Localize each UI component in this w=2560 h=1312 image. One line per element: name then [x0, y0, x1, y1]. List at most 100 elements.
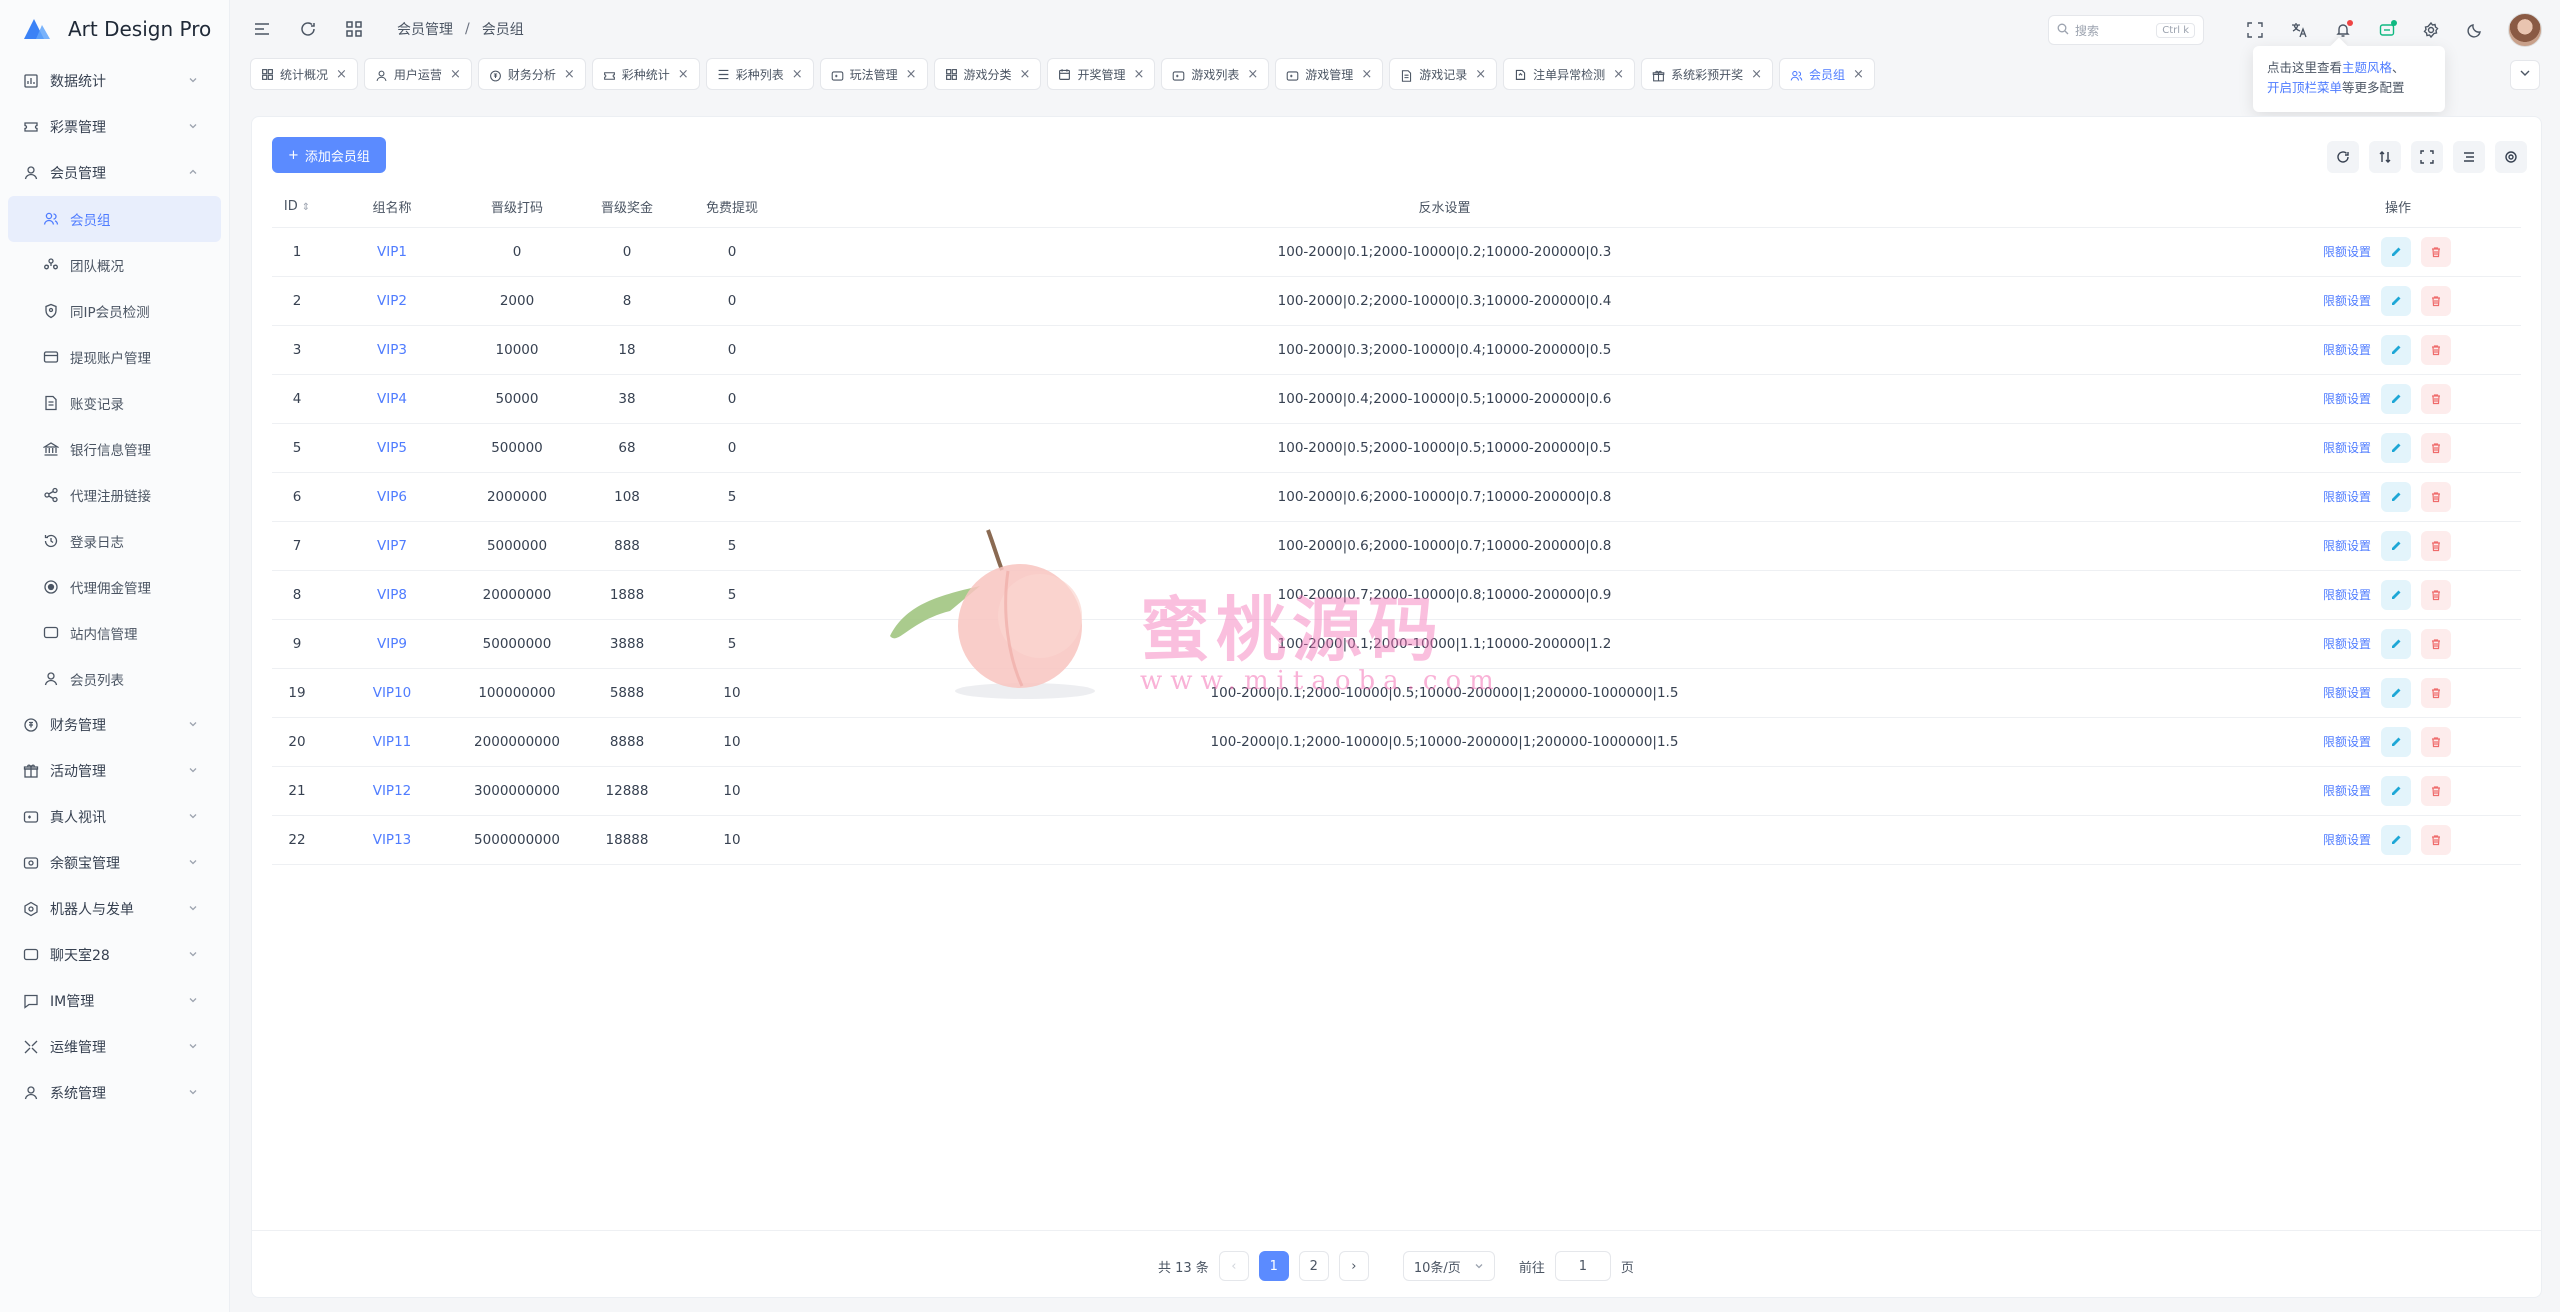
delete-button[interactable]: [2421, 824, 2451, 855]
cell-group-name[interactable]: VIP7: [322, 521, 462, 571]
fullscreen-icon[interactable]: [2411, 141, 2443, 173]
close-icon[interactable]: ×: [906, 67, 917, 82]
edit-button[interactable]: [2381, 334, 2411, 365]
cell-group-name[interactable]: VIP10: [322, 668, 462, 718]
edit-button[interactable]: [2381, 726, 2411, 757]
tab[interactable]: 系统彩预开奖 ×: [1641, 58, 1773, 90]
sidebar-subitem[interactable]: 会员列表: [0, 656, 229, 702]
apps-grid-icon[interactable]: [343, 18, 365, 40]
goto-page-input[interactable]: 1: [1554, 1251, 1611, 1281]
limit-settings-link[interactable]: 限额设置: [2323, 684, 2371, 701]
close-icon[interactable]: ×: [564, 67, 575, 82]
tab[interactable]: 统计概况 ×: [250, 58, 358, 90]
column-settings-icon[interactable]: [2453, 141, 2485, 173]
refresh-icon[interactable]: [297, 18, 319, 40]
tab[interactable]: 用户运营 ×: [363, 58, 472, 90]
sidebar-item[interactable]: 彩票管理: [0, 104, 229, 150]
sidebar-subitem[interactable]: 会员组: [8, 196, 221, 242]
edit-button[interactable]: [2381, 285, 2411, 316]
tab[interactable]: 游戏分类 ×: [933, 58, 1042, 90]
dark-mode-icon[interactable]: [2464, 19, 2486, 41]
delete-button[interactable]: [2421, 579, 2451, 610]
sidebar-subitem[interactable]: 代理注册链接: [0, 472, 229, 518]
sidebar-item[interactable]: 财务管理: [0, 702, 229, 748]
limit-settings-link[interactable]: 限额设置: [2323, 439, 2371, 456]
edit-button[interactable]: [2381, 677, 2411, 708]
limit-settings-link[interactable]: 限额设置: [2323, 586, 2371, 603]
sidebar-item[interactable]: 活动管理: [0, 748, 229, 794]
tooltip-link-topbar[interactable]: 开启顶栏菜单: [2267, 80, 2342, 95]
delete-button[interactable]: [2421, 677, 2451, 708]
limit-settings-link[interactable]: 限额设置: [2323, 733, 2371, 750]
sidebar-subitem[interactable]: 账变记录: [0, 380, 229, 426]
delete-button[interactable]: [2421, 775, 2451, 806]
sidebar-item[interactable]: 运维管理: [0, 1024, 229, 1070]
search-input[interactable]: 搜索 Ctrl k: [2048, 15, 2204, 45]
close-icon[interactable]: ×: [1853, 67, 1864, 82]
limit-settings-link[interactable]: 限额设置: [2323, 243, 2371, 260]
limit-settings-link[interactable]: 限额设置: [2323, 488, 2371, 505]
delete-button[interactable]: [2421, 530, 2451, 561]
column-header-id[interactable]: ID ⇕: [272, 187, 322, 228]
edit-button[interactable]: [2381, 383, 2411, 414]
sort-icon[interactable]: [2369, 141, 2401, 173]
cell-group-name[interactable]: VIP8: [322, 570, 462, 620]
delete-button[interactable]: [2421, 432, 2451, 463]
tab[interactable]: 彩种列表 ×: [705, 58, 814, 90]
page-button-2[interactable]: 2: [1298, 1251, 1329, 1281]
sidebar-item[interactable]: 数据统计: [0, 58, 229, 104]
sort-icon[interactable]: ⇕: [302, 202, 310, 213]
page-size-select[interactable]: 10条/页: [1402, 1251, 1495, 1281]
delete-button[interactable]: [2421, 726, 2451, 757]
delete-button[interactable]: [2421, 285, 2451, 316]
close-icon[interactable]: ×: [336, 67, 347, 82]
delete-button[interactable]: [2421, 334, 2451, 365]
sidebar-subitem[interactable]: 站内信管理: [0, 610, 229, 656]
close-icon[interactable]: ×: [1613, 67, 1624, 82]
limit-settings-link[interactable]: 限额设置: [2323, 537, 2371, 554]
limit-settings-link[interactable]: 限额设置: [2323, 341, 2371, 358]
edit-button[interactable]: [2381, 530, 2411, 561]
page-button-1[interactable]: 1: [1258, 1251, 1289, 1281]
cell-group-name[interactable]: VIP13: [322, 815, 462, 865]
edit-button[interactable]: [2381, 236, 2411, 267]
tab[interactable]: 游戏管理 ×: [1275, 58, 1384, 90]
edit-button[interactable]: [2381, 775, 2411, 806]
tab-more-button[interactable]: [2510, 60, 2540, 90]
tab[interactable]: 游戏记录 ×: [1389, 58, 1498, 90]
close-icon[interactable]: ×: [1247, 67, 1258, 82]
sidebar-subitem[interactable]: 代理佣金管理: [0, 564, 229, 610]
translate-icon[interactable]: [2288, 19, 2310, 41]
sidebar-item[interactable]: 会员管理: [0, 150, 229, 196]
fullscreen-icon[interactable]: [2244, 19, 2266, 41]
limit-settings-link[interactable]: 限额设置: [2323, 390, 2371, 407]
avatar[interactable]: [2508, 13, 2542, 47]
cell-group-name[interactable]: VIP12: [322, 766, 462, 816]
menu-toggle-icon[interactable]: [251, 18, 273, 40]
close-icon[interactable]: ×: [1361, 67, 1372, 82]
sidebar-item[interactable]: 聊天室28: [0, 932, 229, 978]
edit-button[interactable]: [2381, 432, 2411, 463]
tab[interactable]: 财务分析 ×: [477, 58, 586, 90]
sidebar-subitem[interactable]: 团队概况: [0, 242, 229, 288]
delete-button[interactable]: [2421, 628, 2451, 659]
prev-page-button[interactable]: ‹: [1218, 1251, 1249, 1281]
tab[interactable]: 游戏列表 ×: [1161, 58, 1270, 90]
cell-group-name[interactable]: VIP9: [322, 619, 462, 669]
sidebar-item[interactable]: 真人视讯: [0, 794, 229, 840]
close-icon[interactable]: ×: [450, 67, 461, 82]
cell-group-name[interactable]: VIP1: [322, 227, 462, 277]
sidebar-subitem[interactable]: 同IP会员检测: [0, 288, 229, 334]
breadcrumb-item[interactable]: 会员管理: [397, 19, 453, 39]
tab[interactable]: 注单异常检测 ×: [1503, 58, 1636, 90]
next-page-button[interactable]: ›: [1338, 1251, 1369, 1281]
close-icon[interactable]: ×: [1751, 67, 1762, 82]
gear-icon[interactable]: [2495, 141, 2527, 173]
close-icon[interactable]: ×: [678, 67, 689, 82]
logo[interactable]: Art Design Pro: [0, 0, 229, 58]
limit-settings-link[interactable]: 限额设置: [2323, 782, 2371, 799]
sidebar-item[interactable]: 系统管理: [0, 1070, 229, 1116]
refresh-icon[interactable]: [2327, 141, 2359, 173]
close-icon[interactable]: ×: [1133, 67, 1144, 82]
settings-icon[interactable]: [2420, 19, 2442, 41]
